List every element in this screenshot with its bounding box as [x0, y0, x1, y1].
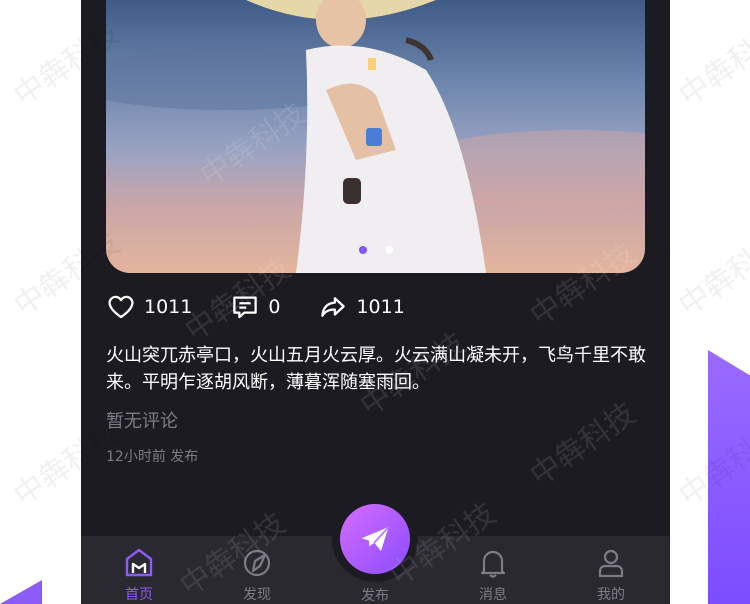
- comment-button[interactable]: 0: [230, 292, 280, 322]
- share-count: 1011: [356, 296, 405, 318]
- post-photo[interactable]: [106, 0, 645, 273]
- tab-messages-label: 消息: [479, 587, 507, 603]
- photo-illustration: [106, 0, 645, 273]
- bell-icon: [480, 550, 506, 578]
- phone-screen: 1011 0 1011 火山突兀赤亭口，火山五月火云厚。火云满山凝未开，飞鸟千里…: [81, 0, 670, 604]
- left-margin: [0, 0, 42, 604]
- tab-publish-label: 发布: [361, 588, 389, 604]
- carousel-dots: [106, 246, 645, 254]
- compass-icon: [243, 549, 271, 577]
- carousel-dot-active[interactable]: [358, 246, 367, 254]
- share-button[interactable]: 1011: [318, 292, 405, 322]
- tab-mine[interactable]: 我的: [571, 536, 651, 604]
- no-comment-text: 暂无评论: [106, 411, 178, 432]
- post-content: 火山突兀赤亭口，火山五月火云厚。火云满山凝未开，飞鸟千里不敢来。平明乍逐胡风断，…: [106, 345, 646, 393]
- paper-plane-icon: [361, 526, 390, 551]
- watermark: 中犇科技: [523, 396, 643, 494]
- home-icon: [125, 548, 153, 577]
- heart-icon: [108, 295, 134, 319]
- comment-count: 0: [268, 296, 281, 318]
- tab-messages[interactable]: 消息: [453, 536, 533, 604]
- tab-discover-label: 发现: [243, 587, 271, 603]
- share-icon: [321, 297, 346, 317]
- right-decor-shape: [708, 350, 750, 604]
- post-time: 12小时前 发布: [106, 449, 199, 465]
- user-icon: [598, 549, 624, 578]
- watermark: 中犇科技: [672, 226, 750, 324]
- like-button[interactable]: 1011: [106, 292, 192, 322]
- tab-discover[interactable]: 发现: [217, 536, 297, 604]
- publish-button[interactable]: [340, 504, 410, 574]
- comment-icon: [233, 296, 258, 319]
- like-count: 1011: [144, 296, 193, 318]
- tab-mine-label: 我的: [597, 587, 625, 603]
- left-decor-shape: [0, 580, 42, 604]
- watermark: 中犇科技: [672, 16, 750, 114]
- tab-home-label: 首页: [125, 587, 153, 603]
- carousel-dot[interactable]: [384, 246, 393, 254]
- tab-home[interactable]: 首页: [99, 536, 179, 604]
- post-actions: 1011 0 1011: [106, 290, 443, 324]
